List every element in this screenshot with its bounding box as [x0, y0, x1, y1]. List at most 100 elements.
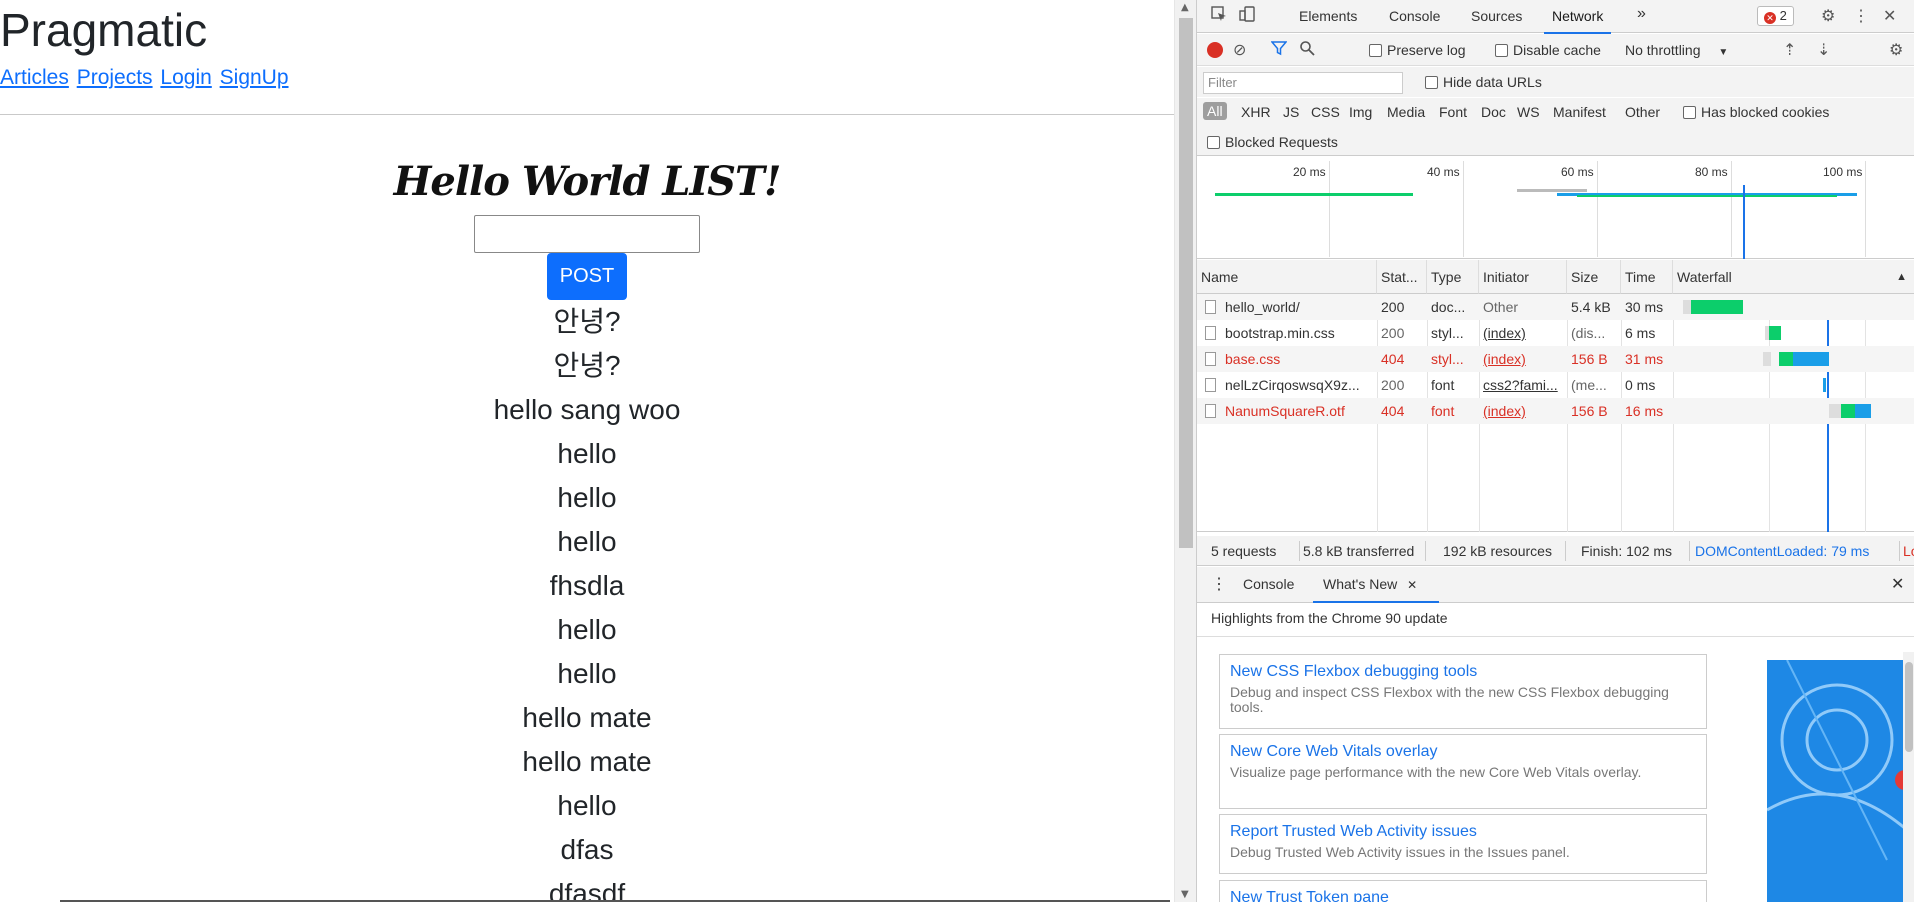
drawer-scrollbar[interactable] [1903, 652, 1914, 902]
table-row[interactable]: base.css 404 styl... (index) 156 B 31 ms [1197, 346, 1914, 372]
column-header-size[interactable]: Size [1567, 260, 1621, 294]
column-header-name[interactable]: Name [1197, 260, 1377, 294]
request-status: 404 [1381, 351, 1405, 367]
network-settings-gear-icon[interactable]: ⚙ [1889, 40, 1903, 60]
export-har-icon[interactable]: ⇣ [1817, 40, 1830, 60]
post-text-input[interactable] [474, 215, 700, 253]
site-title: Pragmatic [0, 4, 208, 56]
column-header-status[interactable]: Stat... [1377, 260, 1427, 294]
clear-icon[interactable]: ⊘ [1233, 40, 1246, 60]
type-filter-font[interactable]: Font [1439, 104, 1467, 120]
tab-sources[interactable]: Sources [1471, 8, 1522, 24]
type-filter-img[interactable]: Img [1349, 104, 1372, 120]
column-header-waterfall[interactable]: Waterfall ▲ [1673, 260, 1914, 294]
error-count-badge[interactable]: ✕ 2 [1757, 6, 1794, 26]
request-initiator-link[interactable]: css2?fami... [1479, 372, 1567, 398]
list-item: hello [557, 482, 617, 513]
table-row[interactable]: bootstrap.min.css 200 styl... (index) (d… [1197, 320, 1914, 346]
list-item: hello [557, 438, 617, 469]
resource-type-filters: All XHR JS CSS Img Media Font Doc WS Man… [1197, 98, 1914, 156]
table-row[interactable]: nelLzCirqoswsqX9z... 200 font css2?fami.… [1197, 372, 1914, 398]
nav-link-articles[interactable]: Articles [0, 66, 69, 89]
file-icon [1205, 352, 1216, 366]
card-title[interactable]: New Core Web Vitals overlay [1230, 742, 1696, 762]
scroll-up-arrow-icon[interactable]: ▲ [1181, 2, 1189, 13]
list-item: hello [557, 614, 617, 645]
post-button[interactable]: POST [547, 253, 627, 300]
type-filter-media[interactable]: Media [1387, 104, 1425, 120]
request-initiator-link[interactable]: (index) [1479, 320, 1567, 346]
has-blocked-cookies-checkbox[interactable]: Has blocked cookies [1683, 104, 1829, 120]
scrollbar-thumb[interactable] [1179, 18, 1193, 548]
blocked-requests-checkbox[interactable]: Blocked Requests [1207, 134, 1338, 150]
search-icon[interactable] [1299, 40, 1315, 61]
import-har-icon[interactable]: ⇡ [1783, 40, 1796, 60]
whats-new-card[interactable]: New CSS Flexbox debugging tools Debug an… [1219, 654, 1707, 729]
status-transferred: 5.8 kB transferred [1303, 543, 1415, 559]
kebab-menu-icon[interactable]: ⋮ [1853, 6, 1869, 26]
tab-elements[interactable]: Elements [1299, 8, 1357, 24]
whats-new-card[interactable]: Report Trusted Web Activity issues Debug… [1219, 814, 1707, 874]
inspect-element-icon[interactable] [1211, 6, 1227, 27]
web-page: Pragmatic Articles Projects Login SignUp… [0, 0, 1174, 902]
status-finish: Finish: 102 ms [1581, 543, 1673, 559]
disable-cache-checkbox[interactable]: Disable cache [1495, 42, 1601, 58]
card-title[interactable]: Report Trusted Web Activity issues [1230, 822, 1696, 842]
overview-bar [1577, 195, 1837, 197]
type-filter-xhr[interactable]: XHR [1241, 104, 1271, 120]
list-item: 안녕? [553, 350, 621, 381]
drawer-tab-console[interactable]: Console [1243, 576, 1294, 592]
close-drawer-icon[interactable]: ✕ [1891, 574, 1904, 594]
table-row[interactable]: NanumSquareR.otf 404 font (index) 156 B … [1197, 398, 1914, 424]
type-filter-all[interactable]: All [1203, 102, 1227, 120]
type-filter-manifest[interactable]: Manifest [1553, 104, 1606, 120]
drawer-tab-whats-new[interactable]: What's New ✕ [1312, 576, 1440, 603]
request-status: 404 [1381, 403, 1405, 419]
status-dom-content-loaded: DOMContentLoaded: 79 ms [1695, 543, 1870, 559]
nav-link-login[interactable]: Login [160, 66, 211, 89]
file-icon [1205, 404, 1216, 418]
device-toolbar-icon[interactable] [1239, 6, 1255, 27]
list-item: 안녕? [553, 306, 621, 337]
card-title[interactable]: New CSS Flexbox debugging tools [1230, 662, 1696, 682]
throttling-select[interactable]: No throttling ▼ [1625, 42, 1728, 58]
type-filter-ws[interactable]: WS [1517, 104, 1540, 120]
nav-link-signup[interactable]: SignUp [220, 66, 289, 89]
column-header-initiator[interactable]: Initiator [1479, 260, 1567, 294]
type-filter-js[interactable]: JS [1283, 104, 1299, 120]
table-row[interactable]: hello_world/ 200 doc... Other 5.4 kB 30 … [1197, 294, 1914, 320]
request-initiator-link[interactable]: (index) [1479, 398, 1567, 424]
request-status: 200 [1381, 377, 1405, 393]
overview-tick: 100 ms [1823, 165, 1863, 179]
close-tab-icon[interactable]: ✕ [1407, 578, 1417, 592]
nav-link-projects[interactable]: Projects [77, 66, 153, 89]
more-tabs-button[interactable]: » [1637, 5, 1646, 23]
dom-content-loaded-marker [1743, 185, 1745, 259]
card-title[interactable]: New Trust Token pane [1230, 888, 1696, 902]
type-filter-doc[interactable]: Doc [1481, 104, 1506, 120]
whats-new-card[interactable]: New Trust Token pane [1219, 880, 1707, 902]
column-header-type[interactable]: Type [1427, 260, 1479, 294]
drawer-menu-icon[interactable]: ⋮ [1211, 574, 1227, 594]
request-initiator-link[interactable]: (index) [1479, 346, 1567, 372]
settings-gear-icon[interactable]: ⚙ [1821, 6, 1835, 26]
timeline-overview[interactable]: 20 ms 40 ms 60 ms 80 ms 100 ms [1197, 157, 1914, 259]
page-scrollbar[interactable]: ▲ ▼ [1174, 0, 1196, 902]
request-time: 6 ms [1625, 325, 1656, 341]
column-header-time[interactable]: Time [1621, 260, 1673, 294]
filter-input[interactable]: Filter [1203, 72, 1403, 94]
scrollbar-thumb[interactable] [1905, 662, 1913, 752]
list-item: hello sang woo [493, 394, 681, 425]
type-filter-css[interactable]: CSS [1311, 104, 1340, 120]
hide-data-urls-checkbox[interactable]: Hide data URLs [1425, 74, 1542, 90]
close-devtools-icon[interactable]: ✕ [1883, 6, 1896, 26]
whats-new-card[interactable]: New Core Web Vitals overlay Visualize pa… [1219, 734, 1707, 809]
record-button[interactable] [1207, 42, 1223, 58]
scroll-down-arrow-icon[interactable]: ▼ [1181, 889, 1189, 900]
filter-funnel-icon[interactable] [1270, 40, 1288, 61]
preserve-log-checkbox[interactable]: Preserve log [1369, 42, 1466, 58]
tab-network[interactable]: Network [1543, 8, 1612, 34]
tab-console[interactable]: Console [1389, 8, 1440, 24]
type-filter-other[interactable]: Other [1625, 104, 1660, 120]
request-type: font [1431, 403, 1455, 419]
